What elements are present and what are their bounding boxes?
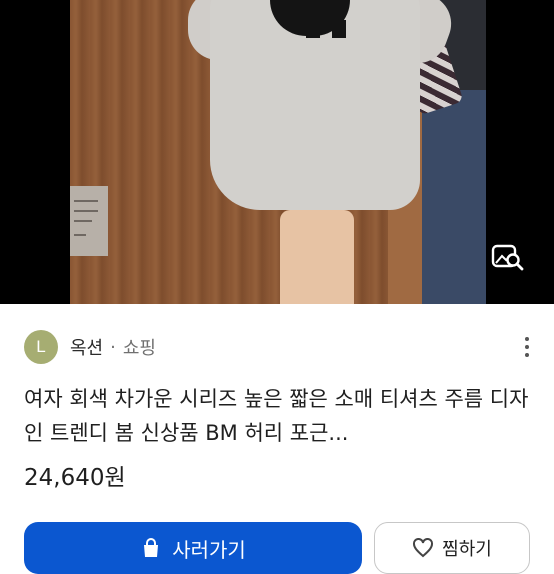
cat-ear <box>306 20 320 38</box>
go-to-buy-button[interactable]: 사러가기 <box>24 522 362 574</box>
source-separator: · <box>110 336 116 358</box>
heart-icon <box>413 538 434 558</box>
more-dot <box>525 337 529 341</box>
more-options-button[interactable] <box>516 333 538 361</box>
image-search-button[interactable] <box>487 238 529 276</box>
more-dot <box>525 353 529 357</box>
source-name: 옥션 <box>70 338 104 359</box>
save-label: 찜하기 <box>442 539 492 560</box>
jeans <box>422 90 486 304</box>
product-photo-scene <box>70 0 486 304</box>
product-image[interactable] <box>0 0 554 304</box>
product-price: 24,640원 <box>24 465 126 491</box>
go-to-buy-label: 사러가기 <box>172 537 246 562</box>
source-avatar: L <box>24 330 58 364</box>
door-tag <box>70 186 108 256</box>
more-dot <box>525 345 529 349</box>
source-row[interactable]: L 옥션 · 쇼핑 <box>24 329 156 365</box>
source-category: 쇼핑 <box>122 338 156 359</box>
product-title[interactable]: 여자 회색 차가운 시리즈 높은 짧은 소매 티셔츠 주름 디자인 트렌디 봄 … <box>24 382 530 450</box>
cat-ear <box>332 20 346 38</box>
save-button[interactable]: 찜하기 <box>374 522 530 574</box>
shopping-bag-icon <box>144 538 159 557</box>
leg <box>280 210 354 304</box>
image-search-icon <box>491 244 524 271</box>
